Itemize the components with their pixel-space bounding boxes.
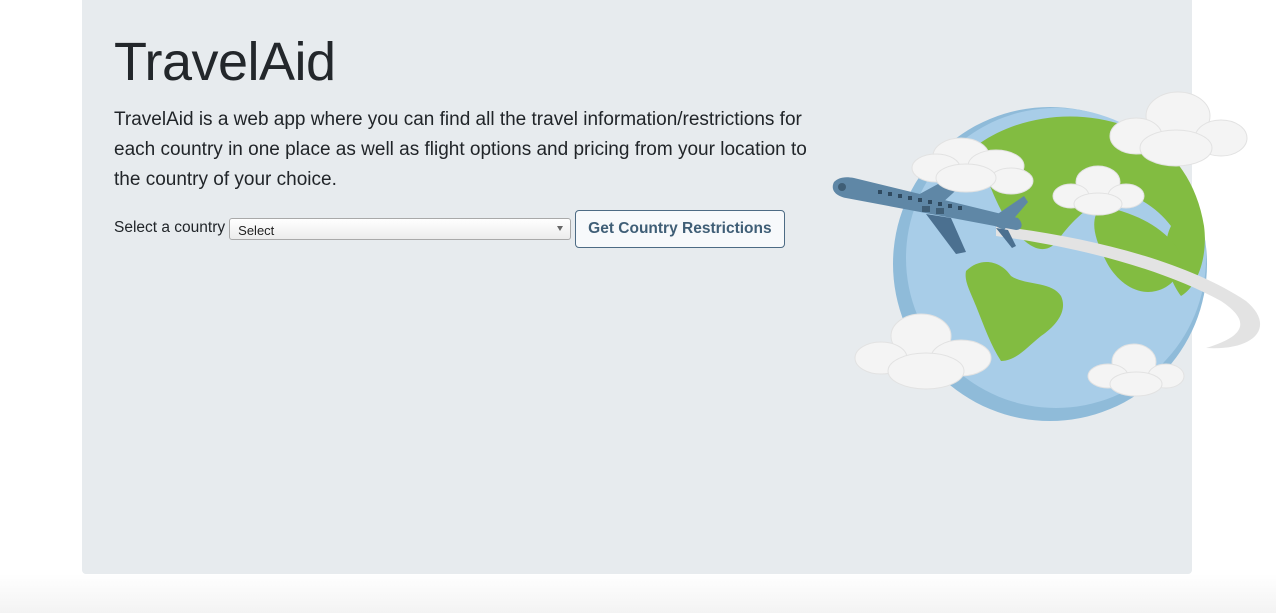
country-select[interactable]: Select [229,218,572,240]
page: TravelAid TravelAid is a web app where y… [0,0,1276,613]
globe-with-airplane-illustration [832,91,1261,421]
footer-shadow [0,574,1276,613]
get-restrictions-button[interactable]: Get Country Restrictions [575,210,785,248]
page-title: TravelAid [114,32,336,92]
country-select-label: Select a country [114,219,226,236]
chevron-down-icon [557,226,564,231]
country-form: Select a country Select Get Country Rest… [114,210,785,248]
country-select-value: Select [238,223,275,238]
app-description: TravelAid is a web app where you can fin… [114,109,807,190]
